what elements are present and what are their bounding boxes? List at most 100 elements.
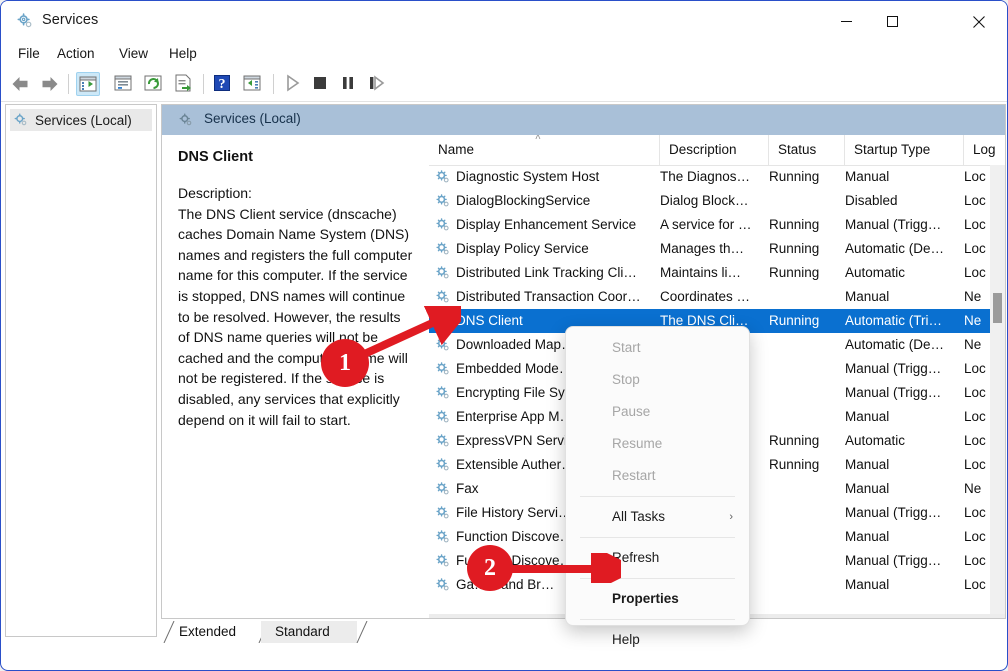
cell-startup-type: Automatic (Tri…: [845, 309, 963, 333]
column-header-startup-type[interactable]: Startup Type: [845, 135, 964, 165]
tab-extended[interactable]: Extended: [163, 621, 259, 643]
menu-item-all-tasks[interactable]: All Tasks›: [566, 501, 749, 533]
column-header-description[interactable]: Description: [660, 135, 769, 165]
menu-item-view[interactable]: View: [113, 44, 154, 64]
result-pane-header: Services (Local): [162, 105, 1005, 135]
vertical-scrollbar-thumb[interactable]: [993, 293, 1002, 323]
cell-description: Manages th…: [660, 237, 760, 261]
properties-icon[interactable]: [112, 72, 136, 96]
menu-item-label: Help: [612, 632, 640, 647]
cell-name: Distributed Link Tracking Cli…: [456, 261, 649, 285]
cell-startup-type: Manual (Trigg…: [845, 549, 963, 573]
cell-name: DialogBlockingService: [456, 189, 649, 213]
table-row[interactable]: Display Enhancement ServiceA service for…: [429, 213, 1005, 237]
menu-item-help[interactable]: Help: [163, 44, 203, 64]
menu-item-label: Stop: [612, 372, 640, 387]
menu-item-properties[interactable]: Properties: [566, 583, 749, 615]
services-window: Services File Action View Help: [0, 0, 1008, 671]
svg-text:?: ?: [219, 77, 226, 92]
maximize-button[interactable]: [869, 1, 915, 42]
forward-icon[interactable]: [37, 72, 61, 96]
tab-right-slant: [356, 621, 368, 643]
cell-name: Display Policy Service: [456, 237, 649, 261]
service-gear-icon: [435, 193, 451, 209]
menu-item-resume: Resume: [566, 428, 749, 460]
services-gear-icon: [178, 112, 194, 128]
refresh-icon[interactable]: [142, 72, 166, 96]
service-gear-icon: [435, 553, 451, 569]
table-row[interactable]: Distributed Link Tracking Cli…Maintains …: [429, 261, 1005, 285]
menu-item-restart: Restart: [566, 460, 749, 492]
show-hide-console-tree-icon[interactable]: [76, 72, 100, 96]
description-label: Description:: [178, 183, 413, 204]
title-bar: Services: [1, 1, 1007, 42]
cell-status: [769, 357, 839, 381]
help-icon[interactable]: ?: [211, 72, 235, 96]
menu-item-label: Resume: [612, 436, 662, 451]
service-gear-icon: [435, 505, 451, 521]
start-service-icon[interactable]: [281, 72, 305, 96]
annotation-badge-2: 2: [467, 545, 513, 591]
menu-item-action[interactable]: Action: [51, 44, 101, 64]
minimize-button[interactable]: [823, 1, 869, 42]
back-icon[interactable]: [9, 72, 33, 96]
sidebar-item-services-local[interactable]: Services (Local): [10, 109, 152, 131]
table-row[interactable]: Display Policy ServiceManages th…Running…: [429, 237, 1005, 261]
service-gear-icon: [435, 241, 451, 257]
result-pane-title: Services (Local): [204, 111, 301, 126]
cell-status: [769, 285, 839, 309]
tab-standard-label: Standard: [275, 621, 330, 643]
cell-status: [769, 501, 839, 525]
column-header-name[interactable]: Name ˄: [429, 135, 660, 165]
cell-startup-type: Manual: [845, 453, 963, 477]
menu-separator: [580, 537, 735, 538]
window-title: Services: [42, 12, 98, 28]
table-row[interactable]: Diagnostic System HostThe Diagnos…Runnin…: [429, 165, 1005, 189]
menu-item-file[interactable]: File: [12, 44, 46, 64]
tab-left-slant: [163, 621, 175, 643]
cell-startup-type: Manual: [845, 477, 963, 501]
cell-startup-type: Automatic (De…: [845, 333, 963, 357]
export-list-icon[interactable]: [172, 72, 196, 96]
cell-status: [769, 381, 839, 405]
menu-item-help[interactable]: Help: [566, 624, 749, 656]
vertical-scrollbar[interactable]: [990, 165, 1005, 614]
menu-item-label: All Tasks: [612, 509, 665, 524]
service-gear-icon: [435, 217, 451, 233]
table-row[interactable]: Distributed Transaction Coor…Coordinates…: [429, 285, 1005, 309]
cell-startup-type: Manual: [845, 405, 963, 429]
menu-separator: [580, 496, 735, 497]
close-button[interactable]: [951, 1, 1007, 42]
column-header-status[interactable]: Status: [769, 135, 845, 165]
tab-standard[interactable]: Standard: [261, 621, 357, 643]
cell-status: Running: [769, 453, 839, 477]
cell-name: Diagnostic System Host: [456, 165, 649, 189]
cell-status: Running: [769, 213, 839, 237]
service-gear-icon: [435, 169, 451, 185]
cell-startup-type: Manual (Trigg…: [845, 357, 963, 381]
service-detail-panel: DNS Client Description: The DNS Client s…: [162, 135, 429, 636]
restart-service-icon[interactable]: [365, 72, 389, 96]
pause-service-icon[interactable]: [337, 72, 361, 96]
cell-status: [769, 189, 839, 213]
cell-status: Running: [769, 309, 839, 333]
cell-status: Running: [769, 429, 839, 453]
column-header-name-label: Name: [438, 142, 474, 157]
cell-status: [769, 549, 839, 573]
cell-status: [769, 477, 839, 501]
cell-startup-type: Automatic: [845, 261, 963, 285]
sort-ascending-icon: ˄: [535, 135, 541, 143]
services-gear-icon: [13, 112, 29, 128]
column-header-log-on-as[interactable]: Log: [964, 135, 1005, 165]
cell-status: [769, 405, 839, 429]
cell-status: [769, 333, 839, 357]
cell-startup-type: Manual (Trigg…: [845, 381, 963, 405]
cell-name: Display Enhancement Service: [456, 213, 649, 237]
menu-item-label: Start: [612, 340, 641, 355]
cell-startup-type: Manual: [845, 285, 963, 309]
service-gear-icon: [435, 385, 451, 401]
table-row[interactable]: DialogBlockingServiceDialog Block…Disabl…: [429, 189, 1005, 213]
services-gear-icon: [16, 12, 34, 30]
show-hide-action-pane-icon[interactable]: [241, 72, 265, 96]
stop-service-icon[interactable]: [309, 72, 333, 96]
